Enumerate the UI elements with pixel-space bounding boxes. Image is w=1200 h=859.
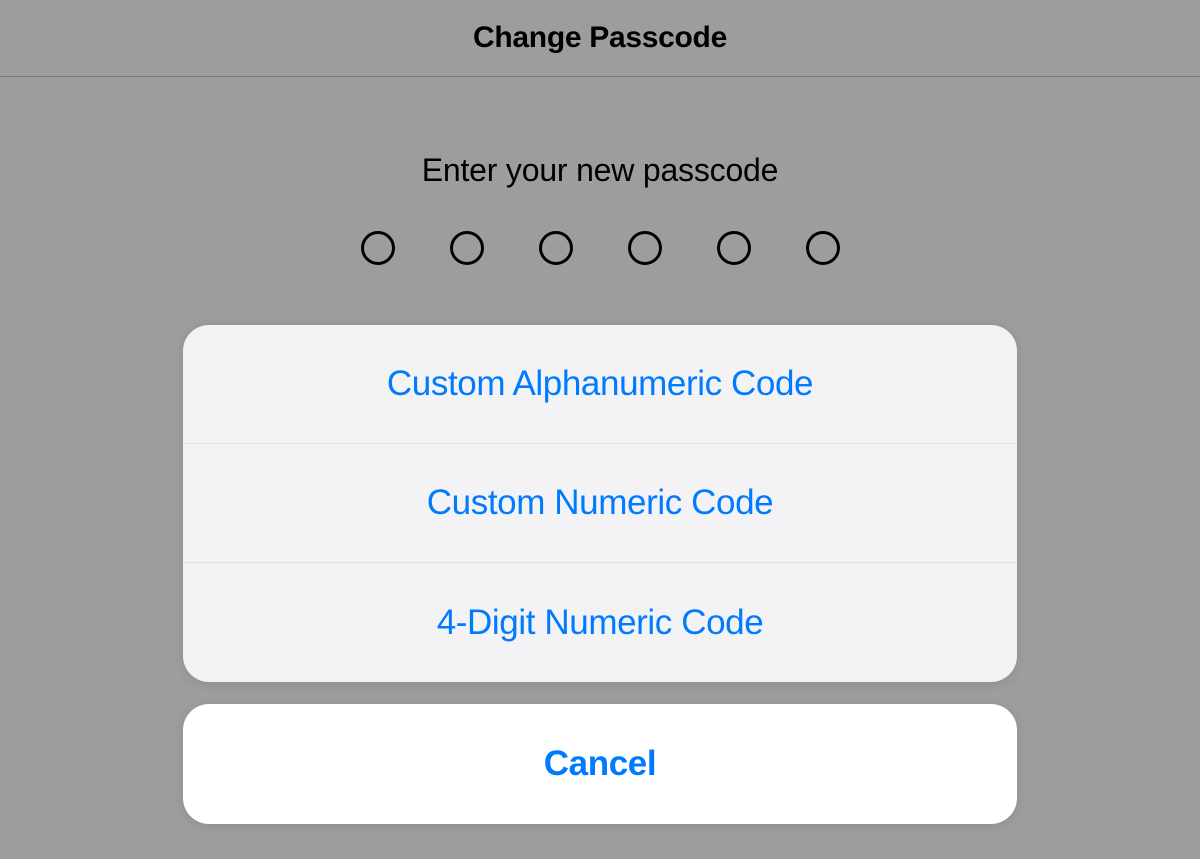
cancel-button-label: Cancel [544, 744, 656, 784]
content-area: Enter your new passcode [0, 77, 1200, 265]
custom-alphanumeric-code-option[interactable]: Custom Alphanumeric Code [183, 325, 1017, 444]
action-item-label: 4-Digit Numeric Code [437, 603, 764, 643]
cancel-button[interactable]: Cancel [183, 704, 1017, 824]
page-title: Change Passcode [473, 21, 727, 55]
instruction-label: Enter your new passcode [422, 152, 779, 189]
passcode-dot-icon [361, 231, 395, 265]
custom-numeric-code-option[interactable]: Custom Numeric Code [183, 444, 1017, 563]
passcode-input[interactable] [361, 231, 840, 265]
passcode-dot-icon [806, 231, 840, 265]
passcode-dot-icon [717, 231, 751, 265]
action-item-label: Custom Numeric Code [427, 483, 773, 523]
navigation-header: Change Passcode [0, 0, 1200, 77]
passcode-dot-icon [450, 231, 484, 265]
passcode-dot-icon [539, 231, 573, 265]
four-digit-numeric-code-option[interactable]: 4-Digit Numeric Code [183, 563, 1017, 682]
action-item-label: Custom Alphanumeric Code [387, 364, 813, 404]
passcode-dot-icon [628, 231, 662, 265]
passcode-options-action-sheet: Custom Alphanumeric Code Custom Numeric … [183, 325, 1017, 682]
